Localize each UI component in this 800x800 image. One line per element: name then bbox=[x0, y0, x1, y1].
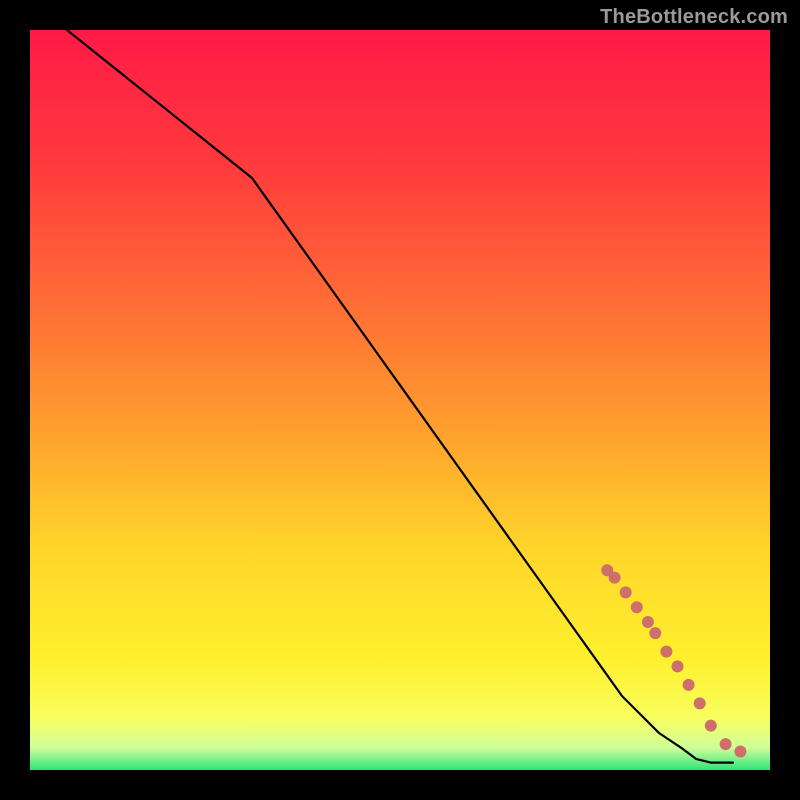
chart-marker bbox=[672, 660, 684, 672]
chart-marker bbox=[720, 738, 732, 750]
chart-marker bbox=[609, 572, 621, 584]
chart-marker bbox=[734, 746, 746, 758]
chart-marker bbox=[642, 616, 654, 628]
watermark-label: TheBottleneck.com bbox=[600, 6, 788, 29]
chart-frame: TheBottleneck.com bbox=[0, 0, 800, 800]
chart-marker bbox=[694, 697, 706, 709]
chart-marker bbox=[620, 586, 632, 598]
chart-marker bbox=[649, 627, 661, 639]
chart-marker bbox=[705, 720, 717, 732]
chart-marker bbox=[631, 601, 643, 613]
plot-area bbox=[30, 30, 770, 770]
chart-line bbox=[67, 30, 733, 763]
chart-overlay bbox=[30, 30, 770, 770]
chart-marker bbox=[683, 679, 695, 691]
chart-marker bbox=[660, 646, 672, 658]
